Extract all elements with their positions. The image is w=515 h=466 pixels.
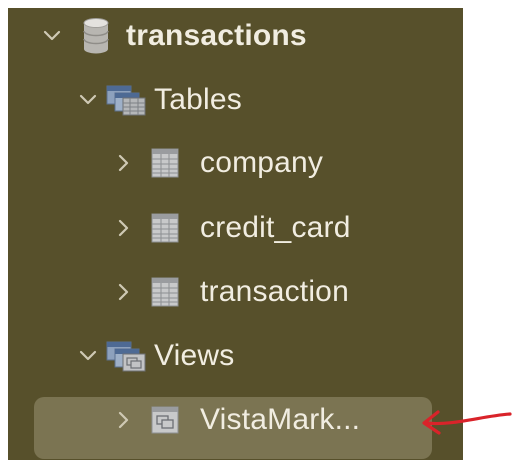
tables-folder-label: Tables — [154, 83, 242, 116]
database-icon — [78, 16, 114, 56]
chevron-down-icon[interactable] — [42, 26, 62, 46]
chevron-right-icon[interactable] — [114, 410, 134, 430]
table-label: company — [200, 146, 324, 179]
database-label: transactions — [126, 19, 307, 52]
chevron-right-icon[interactable] — [114, 282, 134, 302]
table-label: transaction — [200, 275, 349, 308]
tree-row-view-vistamark[interactable]: VistaMark... — [114, 400, 360, 440]
tree-row-database[interactable]: transactions — [42, 16, 307, 56]
annotation-arrow-icon — [422, 410, 512, 435]
view-label: VistaMark... — [200, 403, 361, 436]
views-folder-icon — [104, 336, 148, 376]
tree-row-table-transaction[interactable]: transaction — [114, 272, 349, 312]
chevron-right-icon[interactable] — [114, 218, 134, 238]
chevron-right-icon[interactable] — [114, 153, 134, 173]
chevron-down-icon[interactable] — [78, 346, 98, 366]
table-icon — [148, 208, 182, 248]
chevron-down-icon[interactable] — [78, 90, 98, 110]
tree-row-table-credit-card[interactable]: credit_card — [114, 208, 351, 248]
table-label: credit_card — [200, 211, 351, 244]
tables-folder-icon — [104, 80, 148, 120]
tree-row-views-folder[interactable]: Views — [78, 336, 234, 376]
tree-row-table-company[interactable]: company — [114, 143, 323, 183]
tree-row-tables-folder[interactable]: Tables — [78, 80, 242, 120]
table-icon — [148, 143, 182, 183]
view-icon — [148, 400, 182, 440]
views-folder-label: Views — [154, 339, 235, 372]
schema-tree-panel: transactions Tables company credit_card … — [8, 8, 463, 460]
table-icon — [148, 272, 182, 312]
